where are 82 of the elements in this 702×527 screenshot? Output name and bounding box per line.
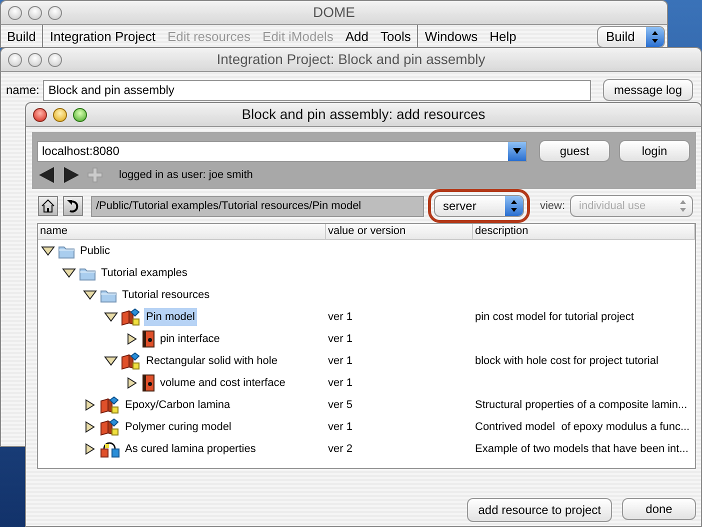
- login-status: logged in as user: joe smith: [119, 168, 253, 183]
- column-header[interactable]: description: [473, 224, 695, 239]
- version-cell: ver 1: [328, 420, 352, 433]
- menu-item[interactable]: Windows: [418, 25, 484, 48]
- tree-item[interactable]: Pin model: [144, 308, 197, 326]
- back-arrow-icon[interactable]: [37, 165, 57, 185]
- tree-item[interactable]: As cured lamina properties: [123, 440, 258, 458]
- tree-item[interactable]: Polymer curing model: [123, 418, 234, 436]
- window-title: Block and pin assembly: add resources: [240, 105, 486, 124]
- refresh-button[interactable]: [63, 196, 83, 216]
- disclosure-triangle[interactable]: [83, 399, 97, 411]
- close-button[interactable]: [33, 108, 47, 122]
- close-button[interactable]: [8, 52, 22, 66]
- tree-item[interactable]: Public: [78, 242, 112, 260]
- description-cell: Structural properties of a composite lamin...: [475, 398, 688, 411]
- menu-item[interactable]: Add: [339, 25, 374, 48]
- version-cell: ver 1: [328, 332, 352, 345]
- zoom-button[interactable]: [48, 52, 62, 66]
- linked-models-icon: [100, 440, 120, 458]
- description-cell: pin cost model for tutorial project: [475, 310, 634, 323]
- disclosure-triangle[interactable]: [104, 311, 118, 323]
- disclosure-triangle[interactable]: [104, 355, 118, 367]
- version-cell: ver 2: [328, 442, 352, 455]
- home-button[interactable]: [38, 196, 58, 216]
- disclosure-triangle[interactable]: [83, 289, 97, 301]
- tree-item[interactable]: Tutorial examples: [99, 264, 190, 282]
- disclosure-triangle[interactable]: [83, 443, 97, 455]
- minimize-button[interactable]: [28, 6, 42, 20]
- cubes-icon: [121, 308, 141, 326]
- tree-item[interactable]: Tutorial resources: [120, 286, 212, 304]
- view-label: view:: [540, 198, 566, 214]
- zoom-button[interactable]: [73, 108, 87, 122]
- description-cell: Contrived model of epoxy modulus a func...: [475, 420, 690, 433]
- disclosure-triangle[interactable]: [125, 333, 139, 345]
- add-resource-button[interactable]: add resource to project: [467, 498, 612, 522]
- path-field: /Public/Tutorial examples/Tutorial resources/Pin model: [91, 196, 424, 216]
- folder-icon: [100, 288, 117, 302]
- home-icon: [41, 199, 55, 213]
- column-header[interactable]: value or version: [326, 224, 473, 239]
- tree-item[interactable]: Rectangular solid with hole: [144, 352, 280, 370]
- tree-item[interactable]: pin interface: [158, 330, 222, 348]
- folder-icon: [79, 266, 96, 280]
- disclosure-triangle[interactable]: [83, 421, 97, 433]
- disclosure-triangle[interactable]: [41, 245, 55, 257]
- folder-icon: [58, 244, 75, 258]
- guest-button[interactable]: guest: [539, 140, 610, 162]
- dropdown-icon[interactable]: [508, 142, 526, 160]
- cubes-icon: [121, 352, 141, 370]
- cubes-icon: [100, 418, 120, 436]
- column-header[interactable]: name: [38, 224, 326, 239]
- description-cell: Example of two models that have been int...: [475, 442, 688, 455]
- disclosure-triangle[interactable]: [125, 377, 139, 389]
- window-title: DOME: [312, 3, 356, 22]
- version-cell: ver 1: [328, 310, 352, 323]
- cubes-icon: [100, 396, 120, 414]
- mode-select[interactable]: Build: [597, 26, 665, 48]
- name-field[interactable]: Block and pin assembly: [43, 80, 591, 100]
- menu-item[interactable]: Integration Project: [44, 25, 162, 48]
- field-label: name:: [6, 82, 40, 99]
- version-cell: ver 1: [328, 354, 352, 367]
- tree-item[interactable]: Epoxy/Carbon lamina: [123, 396, 232, 414]
- version-cell: ver 5: [328, 398, 352, 411]
- message-log-button[interactable]: message log: [602, 79, 693, 101]
- stepper-icon: [646, 26, 664, 46]
- refresh-icon: [66, 199, 80, 213]
- disclosure-triangle[interactable]: [62, 267, 76, 279]
- zoom-button[interactable]: [48, 6, 62, 20]
- interface-icon: [142, 330, 155, 348]
- login-button[interactable]: login: [619, 140, 690, 162]
- server-field[interactable]: localhost:8080: [37, 140, 527, 162]
- done-button[interactable]: done: [622, 498, 696, 520]
- minimize-button[interactable]: [28, 52, 42, 66]
- description-cell: block with hole cost for project tutorial: [475, 354, 658, 367]
- version-cell: ver 1: [328, 376, 352, 389]
- stepper-icon: [504, 196, 523, 216]
- tree-item[interactable]: volume and cost interface: [158, 374, 288, 392]
- window-title: Integration Project: Block and pin assembly: [216, 50, 486, 69]
- menu-item[interactable]: Help: [484, 25, 522, 48]
- forward-arrow-icon[interactable]: [61, 165, 81, 185]
- close-button[interactable]: [8, 6, 22, 20]
- interface-icon: [142, 374, 155, 392]
- minimize-button[interactable]: [53, 108, 67, 122]
